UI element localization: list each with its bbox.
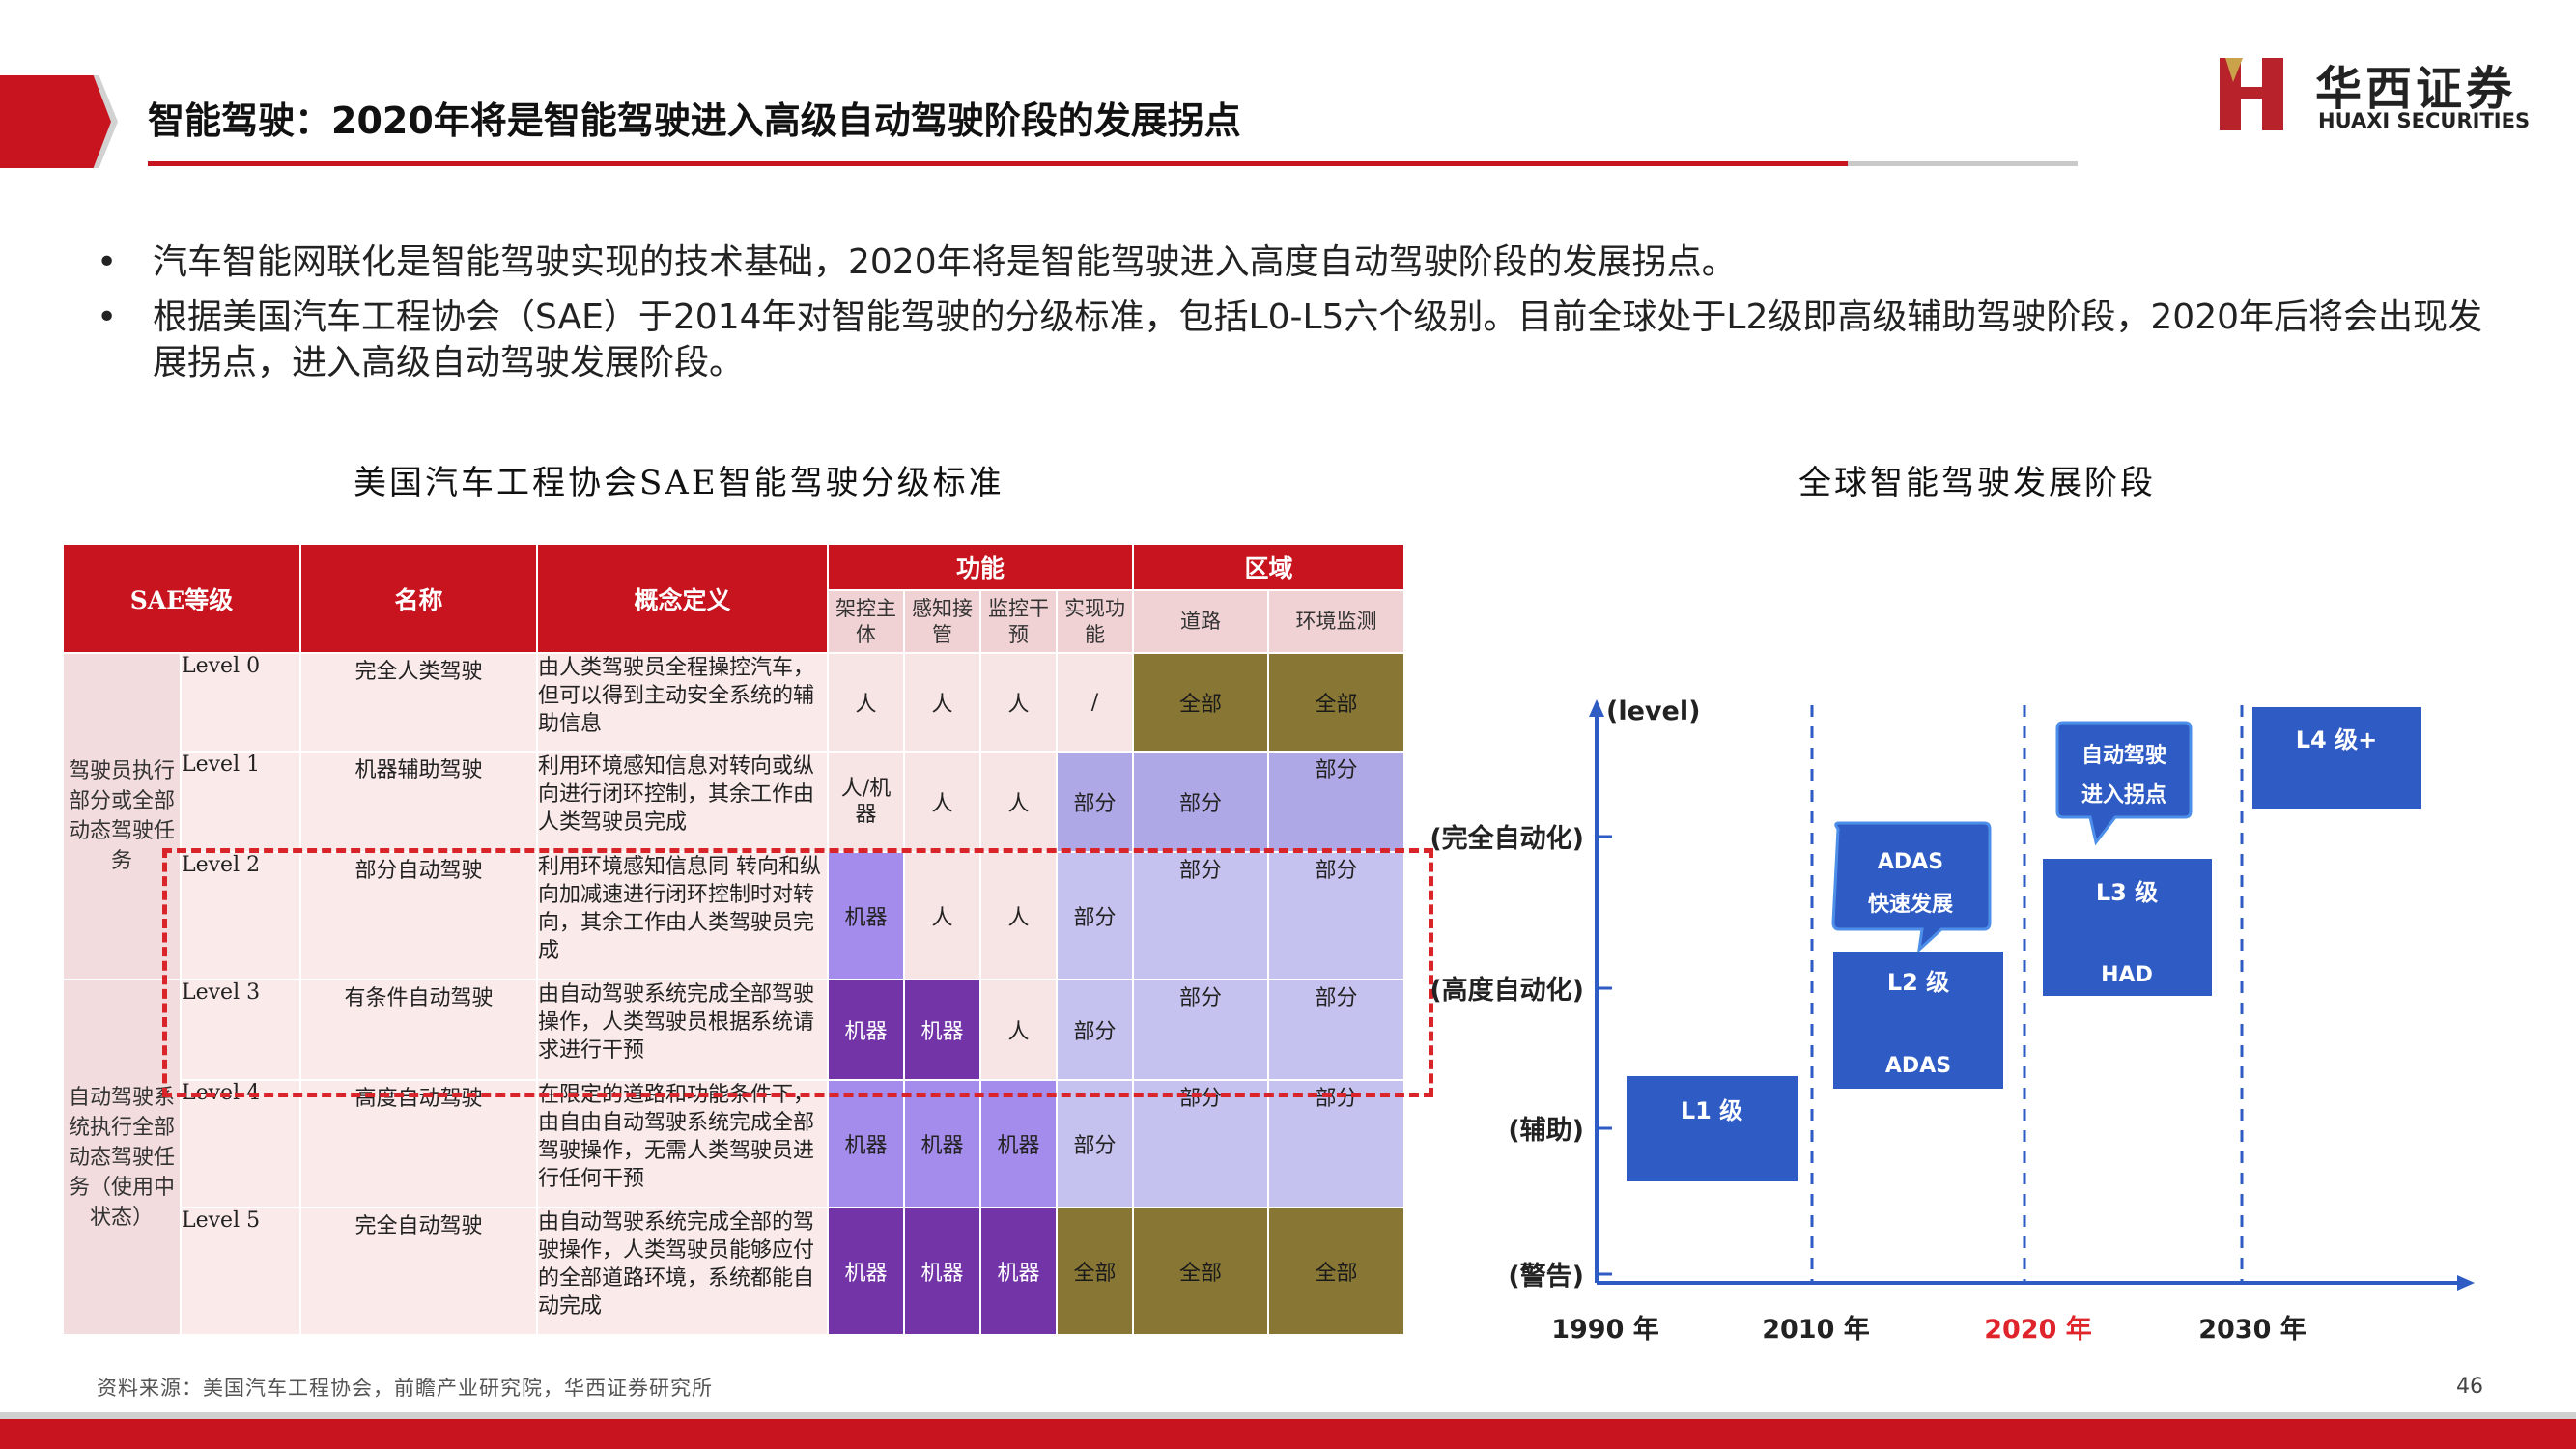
- y-level-label: (警告): [1508, 1262, 1584, 1292]
- table-cell: 全部: [1132, 1207, 1269, 1336]
- y-level-label: (完全自动化): [1430, 823, 1584, 854]
- box-l1: [1627, 1076, 1798, 1181]
- table-cell: 机器: [827, 1079, 905, 1208]
- table-row: Level 1 机器辅助驾驶 利用环境感知信息对转向或纵向进行闭环控制，其余工作…: [63, 751, 1405, 853]
- table-cell: 人: [827, 652, 905, 753]
- x-year-label: 1990 年: [1551, 1314, 1659, 1345]
- footer-bar-red: [0, 1419, 2576, 1449]
- definition-cell: 由自动驾驶系统完成全部的驾驶操作，人类驾驶员能够应付的全部道路环境，系统都能自动…: [536, 1207, 829, 1336]
- bullet-dot-icon: •: [97, 298, 118, 337]
- table-cell: 全部: [1267, 1207, 1405, 1336]
- table-row: 驾驶员执行部分或全部动态驾驶任务 Level 0 完全人类驾驶 由人类驾驶员全程…: [62, 652, 1405, 980]
- subheader-monitor: 监控干预: [979, 589, 1058, 654]
- header-function: 功能: [827, 543, 1134, 591]
- table-cell: 部分: [1056, 1079, 1134, 1208]
- subheader-realize: 实现功能: [1056, 589, 1134, 654]
- x-axis-arrow-icon: [2457, 1275, 2475, 1291]
- callout-inflection-line2: 进入拐点: [2081, 782, 2166, 808]
- logo-text-en: HUAXI SECURITIES: [2318, 109, 2531, 132]
- box-l4-label: L4 级+: [2296, 726, 2377, 753]
- table-caption: 美国汽车工程协会SAE智能驾驶分级标准: [354, 464, 1005, 502]
- header-rule-grey: [1848, 161, 2078, 166]
- table-cell: 部分: [1267, 1079, 1405, 1208]
- development-stage-diagram: (level) (完全自动化) (高度自动化) (辅助) (警告) 1990 年…: [1430, 696, 2475, 1345]
- table-cell: 全部: [1267, 652, 1405, 753]
- header-sae-level: SAE等级: [62, 543, 301, 654]
- table-cell: 人: [979, 652, 1058, 753]
- subheader-road: 道路: [1132, 589, 1269, 654]
- bullet-dot-icon: •: [97, 242, 118, 282]
- table-cell: 人: [979, 751, 1058, 853]
- y-axis-arrow-icon: [1589, 699, 1604, 717]
- y-level-label: (高度自动化): [1430, 975, 1584, 1006]
- y-level-label: (辅助): [1508, 1116, 1584, 1146]
- bullet-item: • 根据美国汽车工程协会（SAE）于2014年对智能驾驶的分级标准，包括L0-L5…: [97, 295, 2511, 385]
- table-row: Level 4 高度自动驾驶 在限定的道路和功能条件下，由自由自动驾驶系统完成全…: [63, 1079, 1405, 1208]
- box-l2-sublabel: ADAS: [1885, 1054, 1951, 1078]
- table-cell: 部分: [1056, 751, 1134, 853]
- callout-inflection: [2055, 721, 2193, 846]
- y-axis-label: (level): [1606, 696, 1700, 726]
- table-cell: 机器: [979, 1207, 1058, 1336]
- table-row: Level 5 完全自动驾驶 由自动驾驶系统完成全部的驾驶操作，人类驾驶员能够应…: [63, 1207, 1405, 1336]
- level-cell: Level 5: [180, 1207, 301, 1336]
- level-cell: Level 4: [180, 1079, 301, 1208]
- diagram-caption: 全球智能驾驶发展阶段: [1798, 464, 2156, 502]
- header-rule-red: [148, 161, 1848, 166]
- bullet-list: • 汽车智能网联化是智能驾驶实现的技术基础，2020年将是智能驾驶进入高度自动驾驶…: [97, 240, 2511, 395]
- table-cell: 部分: [1132, 1079, 1269, 1208]
- logo-text-cn: 华西证券: [2315, 62, 2517, 116]
- bullet-item: • 汽车智能网联化是智能驾驶实现的技术基础，2020年将是智能驾驶进入高度自动驾驶…: [97, 240, 2511, 285]
- table-cell: 全部: [1132, 652, 1269, 753]
- page-title: 智能驾驶：2020年将是智能驾驶进入高级自动驾驶阶段的发展拐点: [148, 99, 1241, 142]
- subheader-control: 架控主体: [827, 589, 905, 654]
- x-year-label: 2010 年: [1762, 1314, 1870, 1345]
- table-cell: 全部: [1056, 1207, 1134, 1336]
- level-cell: Level 0: [180, 652, 301, 753]
- name-cell: 高度自动驾驶: [299, 1079, 538, 1208]
- definition-cell: 利用环境感知信息对转向或纵向进行闭环控制，其余工作由人类驾驶员完成: [536, 751, 829, 853]
- table-cell: 机器: [979, 1079, 1058, 1208]
- box-l4: [2252, 707, 2421, 809]
- table-cell: 机器: [903, 1079, 981, 1208]
- table-cell: 部分: [1132, 751, 1269, 853]
- page-number: 46: [2456, 1375, 2483, 1399]
- box-l1-label: L1 级: [1681, 1097, 1742, 1124]
- box-l3-sublabel: HAD: [2101, 963, 2153, 987]
- table-cell: 人/机器: [827, 751, 905, 853]
- x-year-label-highlight: 2020 年: [1984, 1314, 2092, 1345]
- box-l2-label: L2 级: [1887, 969, 1949, 996]
- header-arrow: [0, 75, 111, 168]
- box-l3-label: L3 级: [2096, 879, 2158, 906]
- footer-bar-grey: [0, 1412, 2576, 1419]
- header-definition: 概念定义: [536, 543, 829, 654]
- table-cell: 人: [903, 751, 981, 853]
- highlight-dashed-box: [162, 848, 1433, 1097]
- x-year-label: 2030 年: [2198, 1314, 2307, 1345]
- header-region: 区域: [1132, 543, 1405, 591]
- definition-cell: 在限定的道路和功能条件下，由自由自动驾驶系统完成全部驾驶操作，无需人类驾驶员进行…: [536, 1079, 829, 1208]
- source-note: 资料来源：美国汽车工程协会，前瞻产业研究院，华西证券研究所: [97, 1377, 713, 1400]
- table-cell: 部分: [1267, 751, 1405, 853]
- header-name: 名称: [299, 543, 538, 654]
- name-cell: 完全自动驾驶: [299, 1207, 538, 1336]
- name-cell: 完全人类驾驶: [299, 652, 538, 753]
- definition-cell: 由人类驾驶员全程操控汽车，但可以得到主动安全系统的辅助信息: [536, 652, 829, 753]
- table-cell: 人: [903, 652, 981, 753]
- name-cell: 机器辅助驾驶: [299, 751, 538, 853]
- subheader-environment: 环境监测: [1267, 589, 1405, 654]
- callout-adas: [1831, 821, 1992, 953]
- subheader-perception: 感知接管: [903, 589, 981, 654]
- callout-adas-line1: ADAS: [1878, 850, 1943, 874]
- callout-adas-line2: 快速发展: [1868, 892, 1953, 917]
- table-cell: 机器: [903, 1207, 981, 1336]
- table-cell: /: [1056, 652, 1134, 753]
- table-cell: 机器: [827, 1207, 905, 1336]
- level-cell: Level 1: [180, 751, 301, 853]
- callout-inflection-line1: 自动驾驶: [2081, 743, 2166, 768]
